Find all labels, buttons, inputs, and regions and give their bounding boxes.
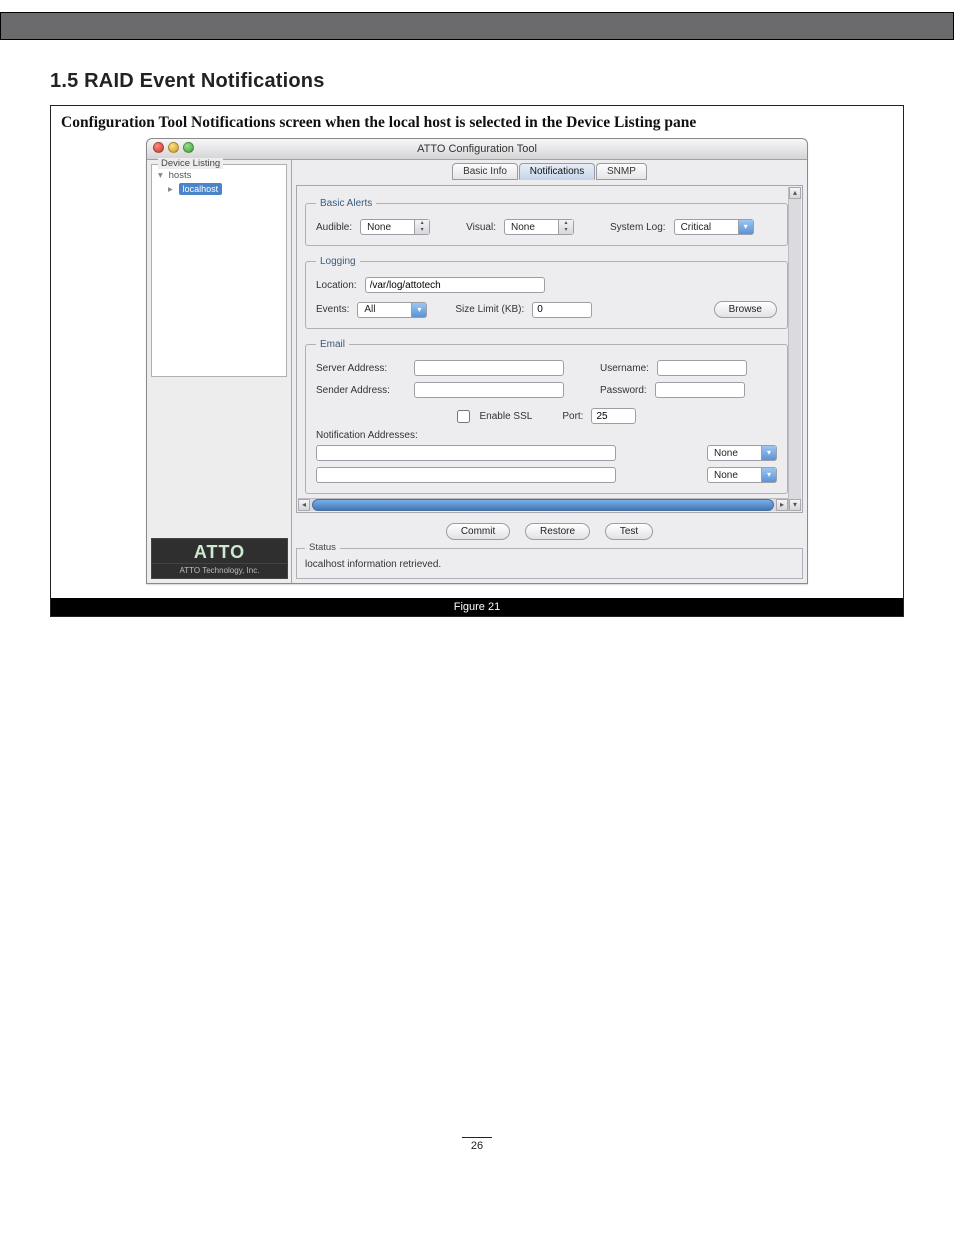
sender-address-label: Sender Address: (316, 385, 406, 396)
horizontal-scroll-thumb[interactable] (312, 499, 774, 511)
system-log-select[interactable]: Critical ▾ (674, 219, 754, 235)
dropdown-icon: ▾ (411, 303, 426, 317)
tab-basic-info[interactable]: Basic Info (452, 163, 518, 180)
stepper-icon: ▴▾ (558, 220, 573, 234)
brand-block: ATTO ATTO Technology, Inc. (151, 538, 288, 579)
device-listing-legend: Device Listing (158, 158, 223, 169)
status-message: localhost information retrieved. (305, 559, 441, 570)
vertical-scrollbar[interactable]: ▴ ▾ (788, 187, 801, 511)
basic-alerts-group: Basic Alerts Audible: None ▴▾ Visual: (305, 198, 788, 246)
visual-select[interactable]: None ▴▾ (504, 219, 574, 235)
scroll-left-icon[interactable]: ◂ (298, 499, 310, 511)
server-address-input[interactable] (414, 360, 564, 376)
notifications-pane: Basic Alerts Audible: None ▴▾ Visual: (296, 185, 803, 513)
password-label: Password: (600, 385, 647, 396)
app-window: ATTO Configuration Tool Device Listing ▾… (146, 138, 808, 584)
logging-legend: Logging (316, 256, 360, 267)
audible-select[interactable]: None ▴▾ (360, 219, 430, 235)
notification-severity-1-select[interactable]: None ▾ (707, 445, 777, 461)
window-titlebar: ATTO Configuration Tool (147, 139, 807, 160)
email-group: Email Server Address: Username: Sender A… (305, 339, 788, 494)
location-input[interactable] (365, 277, 545, 293)
notification-addresses-label: Notification Addresses: (316, 430, 777, 441)
audible-label: Audible: (316, 222, 352, 233)
port-input[interactable] (591, 408, 636, 424)
events-label: Events: (316, 304, 349, 315)
action-button-row: Commit Restore Test (292, 517, 807, 544)
section-heading: 1.5 RAID Event Notifications (50, 70, 904, 93)
visual-label: Visual: (466, 222, 496, 233)
zoom-icon[interactable] (183, 142, 194, 153)
audible-value: None (367, 222, 391, 233)
stepper-icon: ▴▾ (414, 220, 429, 234)
sender-address-input[interactable] (414, 382, 564, 398)
figure-container: Configuration Tool Notifications screen … (50, 105, 904, 617)
scroll-right-icon[interactable]: ▸ (776, 499, 788, 511)
page-footer: 26 (0, 1137, 954, 1152)
username-label: Username: (600, 363, 649, 374)
test-button[interactable]: Test (605, 523, 653, 540)
scroll-up-icon[interactable]: ▴ (789, 187, 801, 199)
size-limit-label: Size Limit (KB): (455, 304, 524, 315)
tabstrip: Basic Info Notifications SNMP (292, 160, 807, 185)
browse-button[interactable]: Browse (714, 301, 777, 318)
commit-button[interactable]: Commit (446, 523, 510, 540)
tab-notifications[interactable]: Notifications (519, 163, 595, 180)
server-address-label: Server Address: (316, 363, 406, 374)
page-header-bar (0, 12, 954, 40)
notification-address-1-input[interactable] (316, 445, 616, 461)
username-input[interactable] (657, 360, 747, 376)
minimize-icon[interactable] (168, 142, 179, 153)
window-title: ATTO Configuration Tool (417, 143, 537, 155)
location-label: Location: (316, 280, 357, 291)
notification-severity-2-select[interactable]: None ▾ (707, 467, 777, 483)
caret-right-icon: ▸ (168, 184, 176, 195)
password-input[interactable] (655, 382, 745, 398)
system-log-value: Critical (681, 222, 712, 233)
brand-logo: ATTO (151, 538, 288, 564)
tree-host-item[interactable]: ▸ localhost (154, 182, 284, 196)
main-pane: Basic Info Notifications SNMP Basic Aler… (292, 160, 807, 583)
sidebar: Device Listing ▾ hosts ▸ localhost ATTO … (147, 160, 292, 583)
close-icon[interactable] (153, 142, 164, 153)
events-select[interactable]: All ▾ (357, 302, 427, 318)
visual-value: None (511, 222, 535, 233)
scroll-down-icon[interactable]: ▾ (789, 499, 801, 511)
notification-severity-2-value: None (714, 470, 738, 481)
tree-root[interactable]: ▾ hosts (154, 169, 284, 182)
caret-down-icon: ▾ (158, 170, 166, 181)
notification-address-2-input[interactable] (316, 467, 616, 483)
email-legend: Email (316, 339, 349, 350)
figure-caption: Configuration Tool Notifications screen … (61, 112, 893, 138)
figure-label-bar: Figure 21 (51, 598, 903, 616)
tree-root-label: hosts (169, 170, 192, 181)
horizontal-scrollbar[interactable]: ◂ ▸ (298, 498, 788, 511)
page-number: 26 (471, 1140, 483, 1152)
status-panel: Status localhost information retrieved. (296, 548, 803, 579)
restore-button[interactable]: Restore (525, 523, 590, 540)
events-value: All (364, 304, 375, 315)
status-legend: Status (305, 542, 340, 553)
notification-severity-1-value: None (714, 448, 738, 459)
device-listing-panel: Device Listing ▾ hosts ▸ localhost (151, 164, 287, 377)
dropdown-icon: ▾ (738, 220, 753, 234)
basic-alerts-legend: Basic Alerts (316, 198, 376, 209)
dropdown-icon: ▾ (761, 446, 776, 460)
selected-host-chip: localhost (179, 183, 223, 195)
enable-ssl-checkbox[interactable] (457, 410, 470, 423)
port-label: Port: (562, 411, 583, 422)
tab-snmp[interactable]: SNMP (596, 163, 647, 180)
logging-group: Logging Location: Events: All ▾ (305, 256, 788, 329)
enable-ssl-label: Enable SSL (480, 411, 533, 422)
system-log-label: System Log: (610, 222, 666, 233)
brand-subtitle: ATTO Technology, Inc. (151, 564, 288, 579)
size-limit-input[interactable] (532, 302, 592, 318)
dropdown-icon: ▾ (761, 468, 776, 482)
